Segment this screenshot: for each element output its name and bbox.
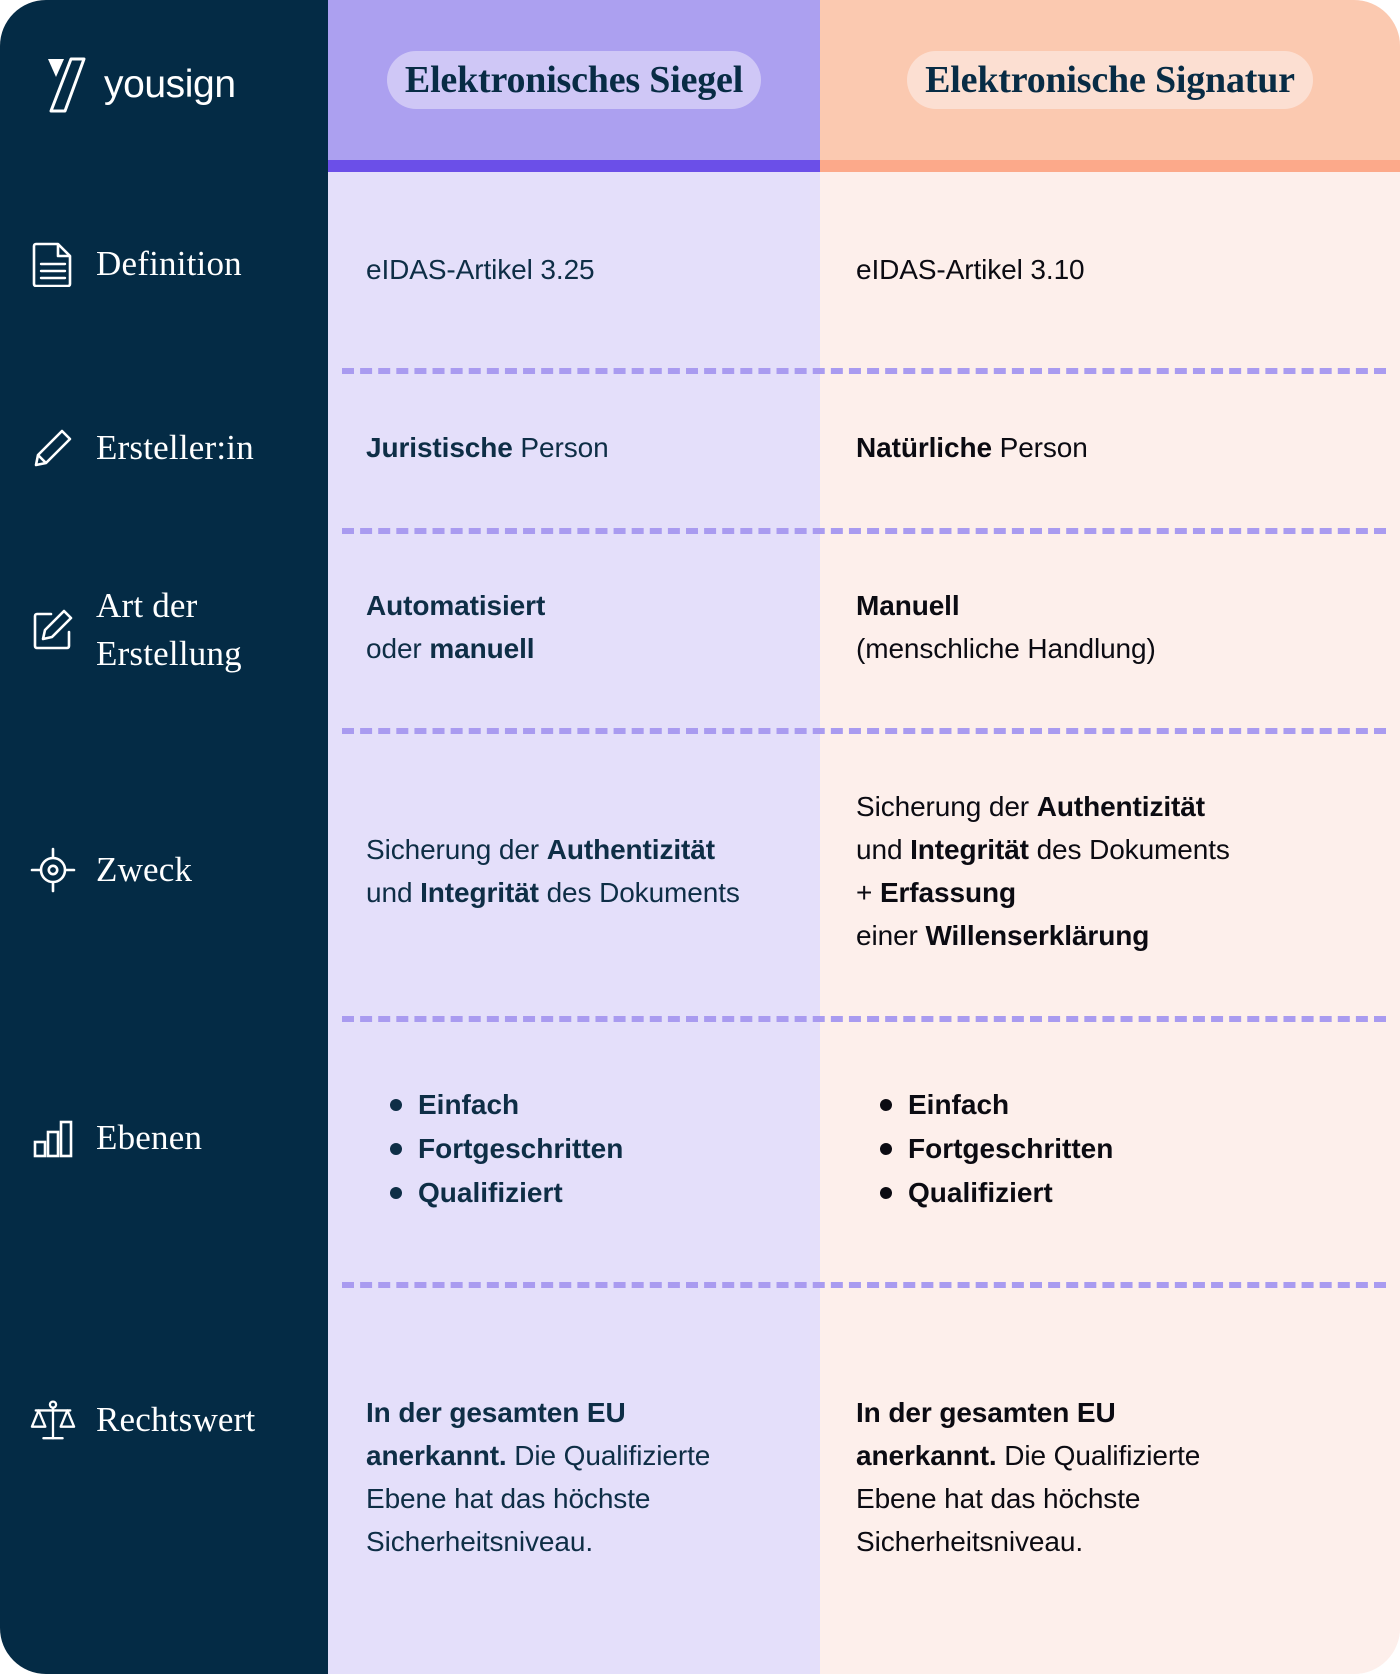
cell-line4-pre: einer <box>856 919 926 951</box>
cell-text: Natürliche Person <box>856 427 1364 470</box>
bar-chart-icon <box>30 1115 76 1161</box>
row-separator <box>342 1282 1386 1288</box>
cell-text: Juristische Person <box>366 427 784 470</box>
cell-text: Sicherung der Authentizität und Integrit… <box>366 829 784 915</box>
sidebar-item-purpose: Zweck <box>30 846 328 894</box>
cell-line4-bold: Willenserklärung <box>925 919 1150 951</box>
sidebar-item-levels: Ebenen <box>30 1114 328 1162</box>
cell-text: In der gesamten EU anerkannt. Die Qualif… <box>856 1392 1256 1563</box>
list-item: Fortgeschritten <box>390 1127 784 1171</box>
cell-line1-bold: Manuell <box>856 590 960 622</box>
column-seal-header: Elektronisches Siegel <box>328 0 820 160</box>
cell-legal-value-signature: In der gesamten EU anerkannt. Die Qualif… <box>820 1282 1400 1674</box>
column-signature-title: Elektronische Signatur <box>907 51 1313 109</box>
cell-creator-signature: Natürliche Person <box>820 368 1400 528</box>
cell-text-rest: Person <box>991 431 1088 463</box>
cell-line3-pre: + <box>856 877 880 908</box>
list-item: Qualifiziert <box>880 1171 1364 1215</box>
sidebar-item-creator: Ersteller:in <box>30 424 328 472</box>
cell-legal-value-seal: In der gesamten EU anerkannt. Die Qualif… <box>328 1282 820 1674</box>
row-separator <box>342 528 1386 534</box>
infographic-page: yousign Definition Ersteller:in Art der … <box>0 0 1400 1674</box>
cell-text: In der gesamten EU anerkannt. Die Qualif… <box>366 1392 766 1563</box>
cell-definition-seal: eIDAS-Artikel 3.25 <box>328 172 820 368</box>
cell-creation-type-signature: Manuell (menschliche Handlung) <box>820 528 1400 728</box>
column-seal-accent-bar <box>328 160 820 172</box>
cell-text-bold: Juristische <box>366 431 513 463</box>
pen-square-icon <box>30 607 76 653</box>
row-separator <box>342 728 1386 734</box>
cell-line2-bold: Integrität <box>910 834 1029 866</box>
sidebar-label: Definition <box>96 244 242 283</box>
cell-purpose-signature: Sicherung der Authentizität und Integrit… <box>820 728 1400 1016</box>
cell-line2-post: des Dokuments <box>538 877 740 908</box>
row-separator <box>342 368 1386 374</box>
cell-purpose-seal: Sicherung der Authentizität und Integrit… <box>328 728 820 1016</box>
column-signature-accent-bar <box>820 160 1400 172</box>
cell-line1-pre: Sicherung der <box>366 834 547 866</box>
sidebar-item-definition: Definition <box>30 240 328 288</box>
cell-line3-bold: Erfassung <box>879 877 1016 908</box>
pen-icon <box>30 425 76 471</box>
list-item: Qualifiziert <box>390 1171 784 1215</box>
cell-text: Sicherung der Authentizität und Integrit… <box>856 786 1364 957</box>
yousign-logo-icon <box>48 57 86 113</box>
cell-line2-pre: und <box>366 877 421 908</box>
column-seal-title: Elektronisches Siegel <box>386 51 762 109</box>
row-separator <box>342 1016 1386 1022</box>
cell-line1-pre: Sicherung der <box>856 791 1037 823</box>
cell-line2-bold: Integrität <box>420 877 539 908</box>
cell-text: Manuell (menschliche Handlung) <box>856 585 1364 671</box>
cell-text: eIDAS-Artikel 3.10 <box>856 253 1085 285</box>
cell-text-rest: Person <box>512 431 609 463</box>
cell-line1-bold: Authentizität <box>546 834 715 866</box>
comparison-card: yousign Definition Ersteller:in Art der … <box>0 0 1400 1674</box>
cell-text: Automatisiert oder manuell <box>366 585 784 671</box>
brand-name: yousign <box>104 63 236 106</box>
levels-list: Einfach Fortgeschritten Qualifiziert <box>366 1083 784 1214</box>
cell-line2-pre: und <box>856 834 911 866</box>
cell-levels-seal: Einfach Fortgeschritten Qualifiziert <box>328 1016 820 1282</box>
sidebar-label: Ebenen <box>96 1118 203 1157</box>
sidebar-label: Ersteller:in <box>96 428 254 467</box>
sidebar-item-legal-value: Rechtswert <box>30 1396 328 1444</box>
cell-creator-seal: Juristische Person <box>328 368 820 528</box>
column-signature-header: Elektronische Signatur <box>820 0 1400 160</box>
document-icon <box>30 241 76 288</box>
cell-line1-bold: Authentizität <box>1036 791 1205 823</box>
scales-icon <box>30 1397 76 1443</box>
target-icon <box>30 847 76 893</box>
cell-line2-pre: oder <box>366 633 430 664</box>
cell-creation-type-seal: Automatisiert oder manuell <box>328 528 820 728</box>
cell-line2: (menschliche Handlung) <box>856 633 1156 664</box>
cell-line2-bold: manuell <box>429 633 535 664</box>
cell-levels-signature: Einfach Fortgeschritten Qualifiziert <box>820 1016 1400 1282</box>
sidebar-item-creation-type: Art der Erstellung <box>30 582 328 679</box>
list-item: Fortgeschritten <box>880 1127 1364 1171</box>
cell-line1-bold: Automatisiert <box>366 590 546 622</box>
list-item: Einfach <box>880 1083 1364 1127</box>
sidebar: yousign Definition Ersteller:in Art der … <box>0 0 328 1674</box>
cell-line2-post: des Dokuments <box>1028 834 1230 866</box>
brand-logo: yousign <box>44 55 236 115</box>
levels-list: Einfach Fortgeschritten Qualifiziert <box>856 1083 1364 1214</box>
sidebar-label: Rechtswert <box>96 1400 256 1439</box>
sidebar-label: Art der Erstellung <box>96 586 242 674</box>
sidebar-label: Zweck <box>96 850 193 889</box>
cell-definition-signature: eIDAS-Artikel 3.10 <box>820 172 1400 368</box>
list-item: Einfach <box>390 1083 784 1127</box>
cell-text: eIDAS-Artikel 3.25 <box>366 253 595 285</box>
cell-text-bold: Natürliche <box>856 431 992 463</box>
